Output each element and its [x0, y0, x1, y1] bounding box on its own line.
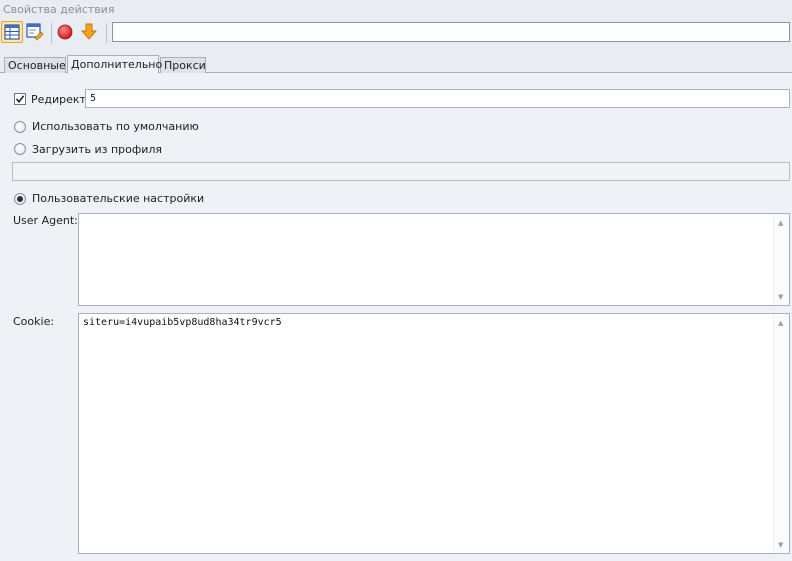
radio-profile-label: Загрузить из профиля [32, 143, 163, 156]
arrow-down-icon [81, 23, 97, 40]
scroll-down-icon[interactable]: ▼ [778, 541, 783, 549]
edit-properties-button[interactable] [24, 21, 46, 43]
table-icon [4, 24, 20, 40]
toolbar-separator [51, 23, 52, 43]
tab-proxy[interactable]: Прокси [160, 57, 206, 73]
radio-profile[interactable] [14, 143, 26, 155]
window-title: Свойства действия [3, 3, 115, 16]
checkmark-icon [15, 95, 25, 104]
action-input[interactable] [112, 22, 790, 42]
redirect-count-value: 5 [90, 93, 97, 104]
tab-additional[interactable]: Дополнительно [67, 55, 162, 73]
move-down-button[interactable] [79, 21, 101, 43]
radio-default-label: Использовать по умолчанию [32, 120, 199, 133]
cookie-textarea[interactable]: siteru=i4vupaib5vp8ud8ha34tr9vcr5 ▲ ▼ [78, 313, 790, 554]
user-agent-textarea[interactable]: ▲ ▼ [78, 213, 790, 306]
stop-button[interactable] [55, 21, 77, 43]
user-agent-label: User Agent: [13, 214, 78, 227]
edit-window-icon [26, 23, 44, 41]
radio-custom[interactable] [14, 193, 26, 205]
radio-custom-label: Пользовательские настройки [32, 192, 205, 205]
cookie-label: Cookie: [13, 315, 55, 328]
toolbar-separator [106, 23, 107, 43]
toolbar [0, 19, 792, 49]
scroll-up-icon[interactable]: ▲ [778, 219, 783, 227]
redirect-label: Редирект [31, 93, 86, 106]
redirect-count-input[interactable]: 5 [85, 89, 790, 108]
properties-view-button[interactable] [1, 21, 23, 43]
user-agent-scrollbar[interactable]: ▲ ▼ [773, 214, 789, 305]
title-bar: Свойства действия [0, 0, 792, 19]
stop-icon [57, 24, 73, 40]
profile-field[interactable] [12, 162, 790, 181]
scroll-up-icon[interactable]: ▲ [778, 319, 783, 327]
cookie-value: siteru=i4vupaib5vp8ud8ha34tr9vcr5 [83, 317, 282, 328]
cookie-scrollbar[interactable]: ▲ ▼ [773, 314, 789, 553]
scroll-down-icon[interactable]: ▼ [778, 293, 783, 301]
tab-main[interactable]: Основные [4, 57, 66, 73]
radio-default[interactable] [14, 121, 26, 133]
redirect-checkbox[interactable] [14, 93, 26, 105]
